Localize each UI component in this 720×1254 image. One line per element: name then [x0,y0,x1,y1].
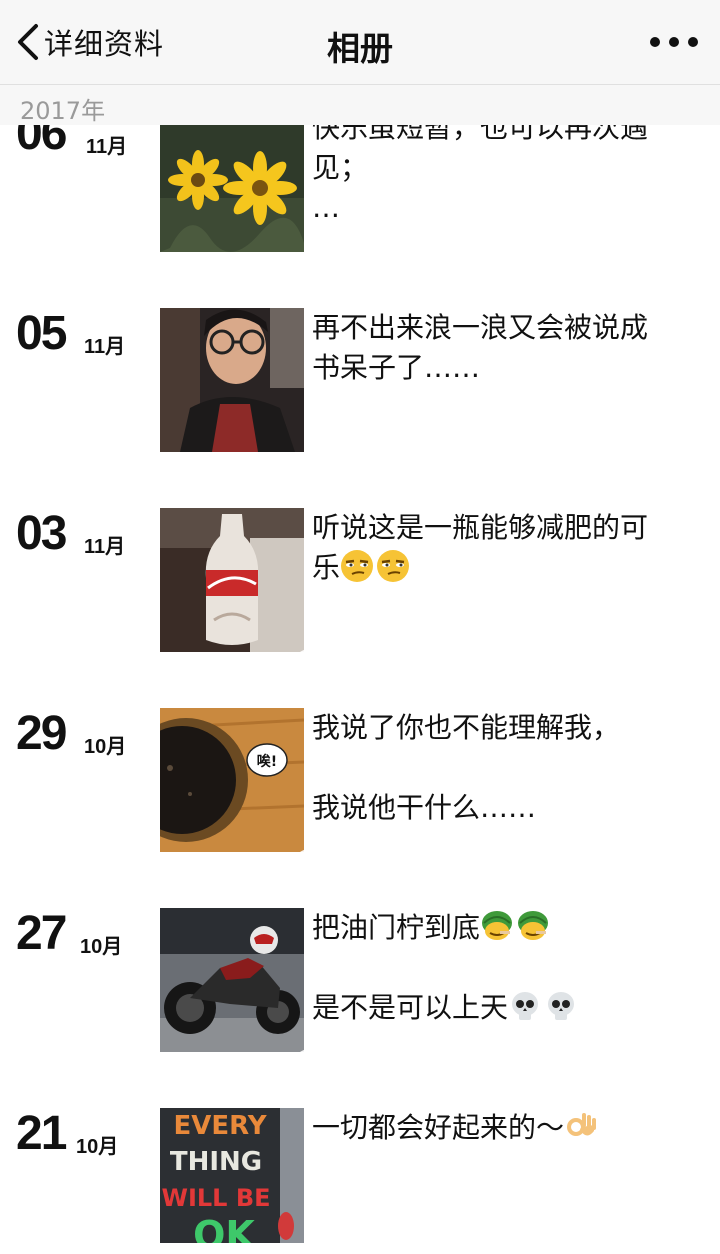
page-title: 相册 [327,29,393,68]
post-caption: 再不出来浪一浪又会被说成 书呆子了…… [312,311,649,384]
post-month: 10月 [76,1136,119,1158]
turtle-face-emoji [516,909,550,943]
album-post[interactable]: 29 10月 唉! 我说了你也不能理解我， 我说他干什么…… [0,707,720,854]
post-photo-coca-cola-bottle[interactable] [160,508,304,652]
smirk-face-emoji [340,549,374,583]
skull-emoji [508,989,542,1023]
friends-visible-icon [270,1024,304,1052]
more-dots-icon [650,37,660,47]
more-dots-icon [669,37,679,47]
post-photo-motorcycle[interactable] [160,908,304,1052]
post-month: 10月 [84,736,127,758]
turtle-face-emoji [480,909,514,943]
post-day: 05 [16,307,67,360]
navigation-bar: 详细资料 相册 [0,0,720,85]
post-caption: 把油门柠到底 是不是可以上天 [312,908,702,1028]
post-day: 21 [16,1107,67,1160]
post-caption: 听说这是一瓶能够减肥的可 乐 [312,511,649,584]
more-options-button[interactable] [650,26,698,58]
post-month: 11月 [84,536,126,558]
svg-text:唉!: 唉! [257,753,277,770]
more-dots-icon [688,37,698,47]
album-post[interactable]: 06 11月 快乐虽短暂，也可以再次遇 见； … [0,107,720,254]
post-month: 11月 [86,136,128,158]
post-day: 29 [16,707,67,760]
svg-text:OK: OK [193,1213,256,1243]
year-section-header: 2017年 [0,85,720,125]
post-photo-selfie[interactable] [160,308,304,452]
album-post[interactable]: 05 11月 再不出来浪一浪又会被说成 书呆子了…… [0,307,720,454]
album-post[interactable]: 21 10月 EVERY THING WILL BE OK 一切都会好起来的～ [0,1107,720,1254]
post-day: 03 [16,507,67,560]
skull-emoji [544,989,578,1023]
ok-hand-emoji [564,1109,598,1143]
friends-visible-icon [270,824,304,852]
post-caption: 我说了你也不能理解我， 我说他干什么…… [312,711,621,824]
svg-text:EVERY: EVERY [173,1111,267,1141]
album-feed[interactable]: 06 11月 快乐虽短暂，也可以再次遇 见； … 05 11月 再不出来浪一浪又… [0,0,720,1243]
year-label: 2017年 [20,97,106,125]
svg-text:WILL BE: WILL BE [161,1184,270,1212]
post-photo-yellow-flowers[interactable] [160,108,304,252]
post-month: 10月 [80,936,123,958]
post-caption: 一切都会好起来的～ [312,1108,702,1148]
friends-visible-icon [270,624,304,652]
album-post[interactable]: 03 11月 听说这是一瓶能够减肥的可 乐 [0,507,720,654]
post-caption: 快乐虽短暂，也可以再次遇 见； … [312,111,649,224]
post-month: 11月 [84,336,126,358]
album-post[interactable]: 27 10月 把油门柠到底 是不是可以上天 [0,907,720,1054]
post-photo-coffee[interactable]: 唉! [160,708,304,852]
svg-text:THING: THING [170,1147,262,1177]
smirk-face-emoji [376,549,410,583]
post-photo-everything-will-be-ok[interactable]: EVERY THING WILL BE OK [160,1108,304,1243]
post-day: 27 [16,907,67,960]
